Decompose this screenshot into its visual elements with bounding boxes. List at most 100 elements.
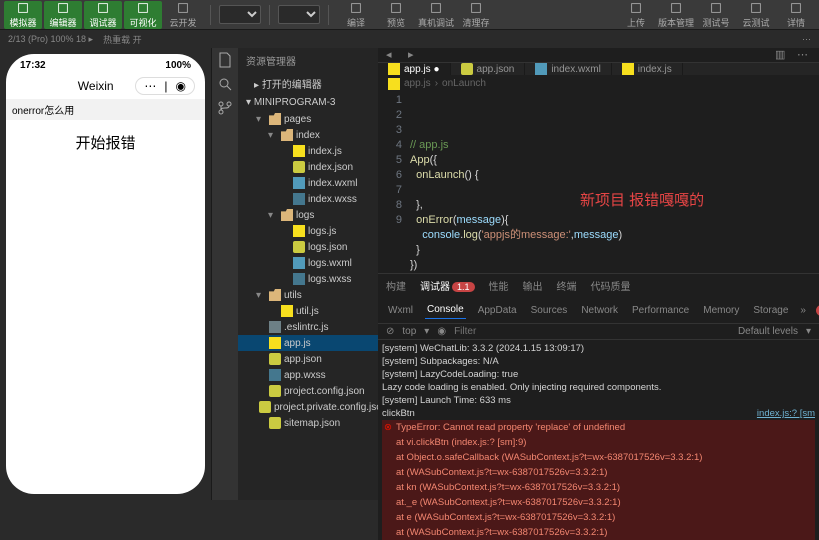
file-.eslintrc.js[interactable]: .eslintrc.js — [238, 319, 378, 335]
mode-select[interactable]: 小程序模式 — [219, 5, 261, 24]
phone-nav-bar: Weixin ⋯|◉ — [6, 73, 205, 99]
devtool-tab-Storage[interactable]: Storage — [751, 302, 790, 319]
annotation-text: 新项目 报错嘎嘎的 — [580, 193, 704, 208]
devtool-tab-Network[interactable]: Network — [579, 302, 620, 319]
file-util.js[interactable]: util.js — [238, 303, 378, 319]
console-error-trace: at kn (WASubContext.js?t=wx-6387017526v=… — [382, 480, 815, 495]
console-error-trace: at (WASubContext.js?t=wx-6387017526v=3.3… — [382, 525, 815, 540]
tb-真机调试[interactable]: 真机调试 — [417, 1, 455, 29]
file-index.wxss[interactable]: index.wxss — [238, 191, 378, 207]
levels-select[interactable]: Default levels — [738, 326, 798, 337]
tab-app.js[interactable]: app.js ● — [378, 63, 451, 75]
clear-icon[interactable]: ⊘ — [386, 326, 394, 337]
tb-可视化[interactable]: 可视化 — [124, 1, 162, 29]
simulator-panel: 17:32 100% Weixin ⋯|◉ onerror怎么用 开始报错 — [0, 48, 212, 500]
separator — [210, 5, 211, 25]
json-icon — [259, 401, 271, 413]
tb-测试号[interactable]: 测试号 — [697, 1, 735, 29]
file-logs.json[interactable]: logs.json — [238, 239, 378, 255]
tab-index.js[interactable]: index.js — [612, 63, 683, 75]
tb-调试器[interactable]: 调试器 — [84, 1, 122, 29]
file-index.json[interactable]: index.json — [238, 159, 378, 175]
tb-清理存[interactable]: 清理存 — [457, 1, 495, 29]
file-project.config.json[interactable]: project.config.json — [238, 383, 378, 399]
breadcrumb[interactable]: app.js › onLaunch — [378, 75, 819, 93]
file-sitemap.json[interactable]: sitemap.json — [238, 415, 378, 431]
tb-云测试[interactable]: 云测试 — [737, 1, 775, 29]
dots-icon[interactable]: ⋯ — [802, 34, 811, 45]
file-pages[interactable]: ▾pages — [238, 111, 378, 127]
wxml-icon — [535, 63, 547, 75]
tb-版本管理[interactable]: 版本管理 — [657, 1, 695, 29]
project-root[interactable]: ▾ MINIPROGRAM-3 — [238, 94, 378, 111]
panel-category-tabs: 构建调试器1.1 性能输出终端代码质量 — [378, 274, 819, 297]
tb-预览[interactable]: 预览 — [377, 1, 415, 29]
eye-icon[interactable]: ◉ — [437, 326, 446, 337]
files-icon[interactable] — [217, 52, 233, 68]
code-editor[interactable]: 123456789 新项目 报错嘎嘎的 // app.jsApp({ onLau… — [378, 93, 819, 273]
split-icon[interactable]: ▥ — [775, 48, 789, 62]
tb-上传[interactable]: 上传 — [617, 1, 655, 29]
file-index.js[interactable]: index.js — [238, 143, 378, 159]
console-line: [system] Subpackages: N/A — [382, 355, 815, 368]
console-filter-bar: ⊘ top ▾ ◉ Default levels ▾ — [378, 324, 819, 340]
devtool-tab-Wxml[interactable]: Wxml — [386, 302, 415, 319]
open-editors-section[interactable]: ▸ 打开的编辑器 — [238, 73, 378, 94]
panel-tab-构建[interactable]: 构建 — [386, 276, 406, 295]
editor-area: ◂ ▸ ▥ ⋯ app.js ●app.jsonindex.wxmlindex.… — [378, 48, 819, 500]
devtool-tab-Console[interactable]: Console — [425, 301, 466, 319]
panel-tab-输出[interactable]: 输出 — [523, 276, 543, 295]
branch-icon[interactable] — [217, 100, 233, 116]
tb-模拟器[interactable]: 模拟器 — [4, 1, 42, 29]
console-error: ⊗TypeError: Cannot read property 'replac… — [382, 420, 815, 435]
hot-reload-status[interactable]: 热重载 开 — [103, 33, 142, 46]
file-logs[interactable]: ▾logs — [238, 207, 378, 223]
js-icon — [388, 78, 400, 90]
tab-app.json[interactable]: app.json — [451, 63, 526, 75]
panel-tab-代码质量[interactable]: 代码质量 — [591, 276, 631, 295]
file-project.private.config.json[interactable]: project.private.config.json — [238, 399, 378, 415]
wxss-icon — [293, 193, 305, 205]
tb-编译[interactable]: 编译 — [337, 1, 375, 29]
devtool-tab-Sources[interactable]: Sources — [529, 302, 570, 319]
separator — [269, 5, 270, 25]
devtool-tab-Performance[interactable]: Performance — [630, 302, 691, 319]
folder-open-icon — [281, 209, 293, 221]
more-icon[interactable]: ⋯ — [797, 48, 811, 62]
file-app.wxss[interactable]: app.wxss — [238, 367, 378, 383]
devtool-tab-AppData[interactable]: AppData — [476, 302, 519, 319]
file-explorer: 资源管理器 ▸ 打开的编辑器 ▾ MINIPROGRAM-3 ▾pages▾in… — [238, 48, 378, 500]
back-icon[interactable]: ◂ — [386, 48, 400, 62]
start-error-button[interactable]: 开始报错 — [6, 120, 205, 165]
context-select[interactable]: top — [402, 326, 416, 337]
panel-tab-调试器[interactable]: 调试器1.1 — [420, 276, 475, 295]
panel-tab-性能[interactable]: 性能 — [489, 276, 509, 295]
file-index.wxml[interactable]: index.wxml — [238, 175, 378, 191]
console-output[interactable]: [system] WeChatLib: 3.3.2 (2024.1.15 13:… — [378, 340, 819, 540]
file-index[interactable]: ▾index — [238, 127, 378, 143]
capsule-menu[interactable]: ⋯|◉ — [135, 77, 195, 95]
tab-index.wxml[interactable]: index.wxml — [525, 63, 611, 75]
console-error-trace: at e (WASubContext.js?t=wx-6387017526v=3… — [382, 510, 815, 525]
file-app.json[interactable]: app.json — [238, 351, 378, 367]
top-toolbar: 模拟器编辑器调试器可视化云开发 小程序模式 普通编译 编译预览真机调试清理存 上… — [0, 0, 819, 30]
panel-tab-终端[interactable]: 终端 — [557, 276, 577, 295]
console-line: [system] LazyCodeLoading: true — [382, 368, 815, 381]
tb-云开发[interactable]: 云开发 — [164, 1, 202, 29]
more-tabs-icon[interactable]: » — [800, 305, 806, 316]
phone-time: 17:32 — [20, 60, 46, 71]
file-utils[interactable]: ▾utils — [238, 287, 378, 303]
fwd-icon[interactable]: ▸ — [408, 48, 422, 62]
compile-select[interactable]: 普通编译 — [278, 5, 320, 24]
search-icon[interactable] — [217, 76, 233, 92]
file-logs.wxml[interactable]: logs.wxml — [238, 255, 378, 271]
tb-详情[interactable]: 详情 — [777, 1, 815, 29]
filter-input[interactable] — [454, 326, 730, 337]
file-app.js[interactable]: app.js — [238, 335, 378, 351]
file-logs.wxss[interactable]: logs.wxss — [238, 271, 378, 287]
device-info: 2/13 (Pro) 100% 18 ▸ — [8, 34, 93, 45]
explorer-header: 资源管理器 — [238, 48, 378, 73]
tb-编辑器[interactable]: 编辑器 — [44, 1, 82, 29]
file-logs.js[interactable]: logs.js — [238, 223, 378, 239]
devtool-tab-Memory[interactable]: Memory — [701, 302, 741, 319]
